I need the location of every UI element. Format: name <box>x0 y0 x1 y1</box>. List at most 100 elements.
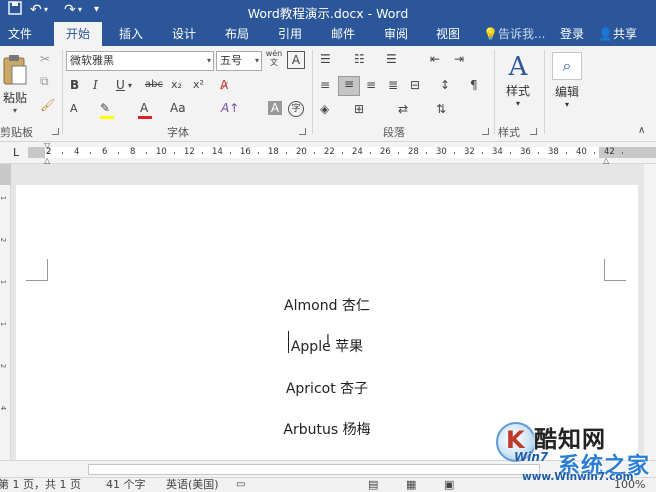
styles-dropdown-icon[interactable]: ▾ <box>500 99 536 108</box>
grow-font-icon[interactable]: A↑ <box>221 101 239 115</box>
font-size-dropdown-icon[interactable]: ▾ <box>255 52 259 70</box>
font-name-dropdown-icon[interactable]: ▾ <box>207 52 211 70</box>
italic-button[interactable]: I <box>93 78 98 92</box>
word-count[interactable]: 41 个字 <box>106 478 146 492</box>
show-marks-icon[interactable]: ¶ <box>470 78 478 92</box>
group-separator <box>544 50 545 134</box>
tab-design[interactable]: 设计 <box>172 22 196 46</box>
styles-icon: A <box>508 52 528 82</box>
phonetic-guide-icon[interactable]: wén 文 <box>265 49 283 67</box>
ruler-tick-label: 14 <box>212 147 223 157</box>
watermark-url: www.Winwin7.com <box>522 471 634 483</box>
vruler-tick-label: 4 <box>0 405 8 411</box>
text-cursor <box>288 331 289 353</box>
lightbulb-icon: 💡 <box>483 27 498 41</box>
align-center-icon[interactable]: ≡ <box>338 76 360 96</box>
vruler-tick-label: 1 <box>0 321 8 327</box>
font-name-combo[interactable]: 微软雅黑 ▾ <box>66 51 214 71</box>
tab-home[interactable]: 开始 <box>54 22 102 46</box>
crop-mark-top-right <box>604 259 626 281</box>
format-painter-icon[interactable]: 🖌 <box>40 98 55 112</box>
ruler-tick-label: 38 <box>548 147 559 157</box>
bold-button[interactable]: B <box>70 78 79 92</box>
language-indicator[interactable]: 英语(美国) <box>166 478 219 492</box>
ruler-tick-mark <box>118 152 119 154</box>
character-shading-icon[interactable]: A <box>268 101 282 115</box>
ruler-tick-label: 20 <box>296 147 307 157</box>
superscript-button[interactable]: x² <box>193 78 204 92</box>
font-launcher-icon[interactable] <box>299 128 306 135</box>
document-line[interactable]: Almond 杏仁 <box>16 295 638 315</box>
login-button[interactable]: 登录 <box>560 22 584 46</box>
tab-review[interactable]: 审阅 <box>384 22 408 46</box>
watermark-win-text: Win7 <box>514 450 549 464</box>
tab-layout[interactable]: 布局 <box>225 22 249 46</box>
align-right-icon[interactable]: ≡ <box>366 78 376 92</box>
shading-icon[interactable]: ◈ <box>320 102 329 116</box>
paragraph-launcher-icon[interactable] <box>482 128 489 135</box>
subscript-button[interactable]: x₂ <box>171 78 182 92</box>
styles-button[interactable]: A 样式 ▾ <box>500 52 536 108</box>
cut-icon[interactable]: ✂ <box>40 52 50 66</box>
tab-selector-icon[interactable]: L <box>13 147 19 158</box>
scroll-thumb[interactable] <box>88 464 540 475</box>
font-color-button[interactable]: A <box>140 101 148 115</box>
underline-button[interactable]: U <box>116 78 125 92</box>
page-count[interactable]: 第 1 页，共 1 页 <box>0 478 81 492</box>
multilevel-list-icon[interactable]: ☰ <box>386 52 397 66</box>
font-size-combo[interactable]: 五号 ▾ <box>216 51 262 71</box>
collapse-ribbon-icon[interactable]: ∧ <box>638 124 645 138</box>
sort-icon[interactable]: ⇅ <box>436 102 446 116</box>
distributed-icon[interactable]: ⊟ <box>410 78 420 92</box>
read-mode-icon[interactable]: ▤ <box>368 478 378 492</box>
paste-dropdown-icon[interactable]: ▾ <box>0 106 30 115</box>
tell-me-box[interactable]: 💡告诉我... <box>483 22 545 46</box>
bullets-icon[interactable]: ☰ <box>320 52 331 66</box>
ruler-tick-mark <box>566 152 567 154</box>
strikethrough-button[interactable]: abc <box>145 78 163 92</box>
tab-mailings[interactable]: 邮件 <box>331 22 355 46</box>
clipboard-launcher-icon[interactable] <box>52 128 59 135</box>
ruler-tick-mark <box>454 152 455 154</box>
enclose-characters-icon[interactable]: 字 <box>288 101 304 117</box>
asian-layout-icon[interactable]: ⇄ <box>398 102 408 116</box>
copy-icon[interactable]: ⧉ <box>40 74 49 88</box>
vruler-top-margin <box>0 164 11 185</box>
tab-file[interactable]: 文件 <box>8 22 32 46</box>
editing-button[interactable]: ⌕ 编辑 ▾ <box>550 52 584 109</box>
clear-formatting-icon[interactable]: A̷ <box>220 78 228 92</box>
highlight-icon[interactable]: ✎ <box>100 101 110 115</box>
ruler-tick-mark <box>510 152 511 154</box>
increase-indent-icon[interactable]: ⇥ <box>454 52 464 66</box>
paste-button[interactable]: 粘贴 ▾ <box>0 54 30 115</box>
justify-icon[interactable]: ≣ <box>388 78 398 92</box>
tab-view[interactable]: 视图 <box>436 22 460 46</box>
ruler-tick-label: 26 <box>380 147 391 157</box>
numbering-icon[interactable]: ☷ <box>354 52 365 66</box>
ruler-tick-mark <box>174 152 175 154</box>
text-effects-icon[interactable]: A <box>70 102 78 116</box>
share-button[interactable]: 👤共享 <box>598 22 637 46</box>
align-left-icon[interactable]: ≡ <box>320 78 330 92</box>
decrease-indent-icon[interactable]: ⇤ <box>430 52 440 66</box>
change-case-button[interactable]: Aa <box>170 101 186 115</box>
tab-references[interactable]: 引用 <box>278 22 302 46</box>
ruler-tick-label: 2 <box>46 147 52 157</box>
proofing-icon[interactable]: ▭ <box>236 478 245 492</box>
print-layout-icon[interactable]: ▦ <box>406 478 416 492</box>
styles-launcher-icon[interactable] <box>530 128 537 135</box>
ruler-tick-label: 18 <box>268 147 279 157</box>
web-layout-icon[interactable]: ▣ <box>444 478 454 492</box>
group-separator <box>62 50 63 134</box>
underline-dropdown-icon[interactable]: ▾ <box>128 79 132 93</box>
tab-insert[interactable]: 插入 <box>119 22 143 46</box>
line-spacing-icon[interactable]: ↕ <box>440 78 450 92</box>
ruler-tick-mark <box>342 152 343 154</box>
borders-icon[interactable]: ⊞ <box>354 102 364 116</box>
document-line[interactable]: Apricot 杏子 <box>16 378 638 398</box>
ruler-tick-label: 12 <box>184 147 195 157</box>
editing-dropdown-icon[interactable]: ▾ <box>550 100 584 109</box>
character-border-icon[interactable]: A <box>287 51 305 69</box>
ruler-tick-mark <box>594 152 595 154</box>
ruler-tick-label: 10 <box>156 147 167 157</box>
